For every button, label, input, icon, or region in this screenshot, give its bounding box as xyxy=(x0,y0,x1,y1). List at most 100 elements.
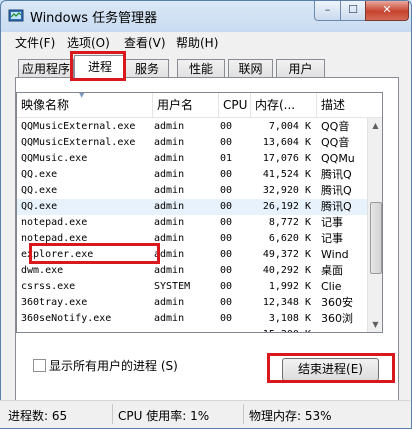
table-row[interactable]: QQMusic.exe admin 01 17,076 K QQMu xyxy=(17,151,367,167)
show-all-users-checkbox[interactable] xyxy=(33,359,46,372)
menu-help[interactable]: 帮助(H) xyxy=(176,34,218,51)
column-image-name[interactable]: ▼ 映像名称 xyxy=(17,93,153,117)
process-name-cell: 360seNotify.exe xyxy=(21,313,112,324)
tab-performance[interactable]: 性能 xyxy=(177,59,225,78)
status-cpu-usage: CPU 使用率: 1% xyxy=(118,409,210,423)
tab-services[interactable]: 服务 xyxy=(125,59,169,78)
process-memory-cell: 17,076 K xyxy=(262,153,311,164)
show-all-users-label[interactable]: 显示所有用户的进程 (S) xyxy=(49,357,178,374)
process-cpu-cell: 00 xyxy=(220,121,233,132)
process-cpu-cell: 00 xyxy=(220,233,233,244)
process-description-cell: 桌面 xyxy=(321,264,343,277)
table-row[interactable]: csrss.exe SYSTEM 00 1,992 K Clie xyxy=(17,279,367,295)
show-all-users-key: (S) xyxy=(160,359,178,373)
process-cpu-cell: 00 xyxy=(220,217,233,228)
process-memory-cell: 6,620 K xyxy=(268,233,311,244)
table-row[interactable]: 15,200 K xyxy=(17,327,367,332)
column-cpu[interactable]: CPU xyxy=(219,93,251,117)
process-memory-cell: 8,772 K xyxy=(268,217,311,228)
column-user[interactable]: 用户名 xyxy=(153,93,219,117)
process-memory-cell: 3,108 K xyxy=(268,313,311,324)
process-user-cell: SYSTEM xyxy=(154,281,191,292)
process-user-cell: admin xyxy=(154,201,185,212)
process-memory-cell: 1,992 K xyxy=(268,281,311,292)
process-user-cell: admin xyxy=(154,153,185,164)
table-row[interactable]: dwm.exe admin 00 40,292 K 桌面 xyxy=(17,263,367,279)
process-cpu-cell: 00 xyxy=(220,201,233,212)
process-list[interactable]: ▼ 映像名称 用户名 CPU 内存(... 描述 QQMusicExternal… xyxy=(16,92,383,333)
minimize-button[interactable]: – xyxy=(314,1,341,21)
task-manager-app-icon xyxy=(8,9,24,22)
process-name-cell: dwm.exe xyxy=(21,265,64,276)
process-description-cell: QQ音 xyxy=(321,136,350,149)
process-user-cell: admin xyxy=(154,313,185,324)
process-name-cell: QQMusicExternal.exe xyxy=(21,137,136,148)
process-user-cell: admin xyxy=(154,121,185,132)
process-memory-cell: 15,200 K xyxy=(251,327,311,332)
status-process-count: 进程数: 65 xyxy=(8,409,68,423)
vertical-scrollbar[interactable]: ▲ ▼ xyxy=(367,118,382,332)
process-memory-cell: 12,348 K xyxy=(262,297,311,308)
process-user-cell: admin xyxy=(154,249,185,260)
menu-file[interactable]: 文件(F) xyxy=(15,34,55,51)
process-user-cell: admin xyxy=(154,169,185,180)
menu-options[interactable]: 选项(O) xyxy=(67,34,110,51)
process-cpu-cell: 00 xyxy=(220,281,233,292)
list-header: ▼ 映像名称 用户名 CPU 内存(... 描述 xyxy=(17,93,382,118)
maximize-button[interactable]: ☐ xyxy=(340,1,366,21)
scroll-thumb[interactable] xyxy=(370,202,382,274)
process-description-cell: QQ音 xyxy=(321,120,350,133)
process-cpu-cell: 01 xyxy=(220,153,233,164)
status-bar: 进程数: 65 CPU 使用率: 1% 物理内存: 53% xyxy=(0,400,410,428)
process-user-cell: admin xyxy=(154,233,185,244)
process-name-cell: QQ.exe xyxy=(21,201,58,212)
title-bar[interactable]: Windows 任务管理器 – ☐ ✕ xyxy=(1,1,411,31)
process-user-cell: admin xyxy=(154,297,185,308)
process-memory-cell: 7,004 K xyxy=(268,121,311,132)
table-row[interactable]: QQ.exe admin 00 41,524 K 腾讯Q xyxy=(17,167,367,183)
column-description[interactable]: 描述 xyxy=(317,93,367,117)
explorer-highlight-box xyxy=(29,243,160,264)
tab-applications[interactable]: 应用程序 xyxy=(18,59,74,78)
window-title: Windows 任务管理器 xyxy=(30,11,158,26)
table-row[interactable]: 360tray.exe admin 00 12,348 K 360安 xyxy=(17,295,367,311)
close-button[interactable]: ✕ xyxy=(365,1,409,21)
process-user-cell: admin xyxy=(154,217,185,228)
process-memory-cell: 32,920 K xyxy=(262,185,311,196)
process-description-cell: 腾讯Q xyxy=(321,184,352,197)
column-image-name-label: 映像名称 xyxy=(21,98,70,112)
status-divider xyxy=(112,404,113,424)
column-memory[interactable]: 内存(... xyxy=(251,93,317,117)
process-cpu-cell: 00 xyxy=(220,185,233,196)
process-memory-cell: 40,292 K xyxy=(262,265,311,276)
process-description-cell: 腾讯Q xyxy=(321,200,352,213)
process-name-cell: notepad.exe xyxy=(21,217,88,228)
process-cpu-cell: 00 xyxy=(220,297,233,308)
scroll-down-icon[interactable]: ▼ xyxy=(368,317,382,332)
process-name-cell: 360tray.exe xyxy=(21,297,88,308)
process-memory-cell: 26,192 K xyxy=(262,201,311,212)
process-name-cell: QQMusic.exe xyxy=(21,153,88,164)
table-row[interactable]: QQMusicExternal.exe admin 00 13,604 K QQ音 xyxy=(17,135,367,151)
process-description-cell: 360安 xyxy=(321,296,353,309)
status-memory: 物理内存: 53% xyxy=(249,409,332,423)
table-row[interactable]: QQ.exe admin 00 26,192 K 腾讯Q xyxy=(17,199,367,215)
sort-arrow-icon: ▼ xyxy=(79,92,85,99)
tab-networking[interactable]: 联网 xyxy=(228,59,273,78)
process-name-cell: QQMusicExternal.exe xyxy=(21,121,136,132)
table-row[interactable]: 360seNotify.exe admin 00 3,108 K 360浏 xyxy=(17,311,367,327)
status-divider xyxy=(243,404,244,424)
process-name-cell: QQ.exe xyxy=(21,185,58,196)
tab-users[interactable]: 用户 xyxy=(276,59,325,78)
process-description-cell: Clie xyxy=(321,280,342,293)
table-row[interactable]: QQMusicExternal.exe admin 00 7,004 K QQ音 xyxy=(17,119,367,135)
process-user-cell: admin xyxy=(154,265,185,276)
table-row[interactable]: QQ.exe admin 00 32,920 K 腾讯Q xyxy=(17,183,367,199)
show-all-users-text: 显示所有用户的进程 xyxy=(49,359,158,373)
process-name-cell: csrss.exe xyxy=(21,281,76,292)
menu-view[interactable]: 查看(V) xyxy=(124,34,166,51)
end-process-highlight-box xyxy=(267,353,395,383)
table-row[interactable]: notepad.exe admin 00 8,772 K 记事 xyxy=(17,215,367,231)
scroll-up-icon[interactable]: ▲ xyxy=(368,118,382,133)
tab-highlight-box xyxy=(70,51,126,81)
